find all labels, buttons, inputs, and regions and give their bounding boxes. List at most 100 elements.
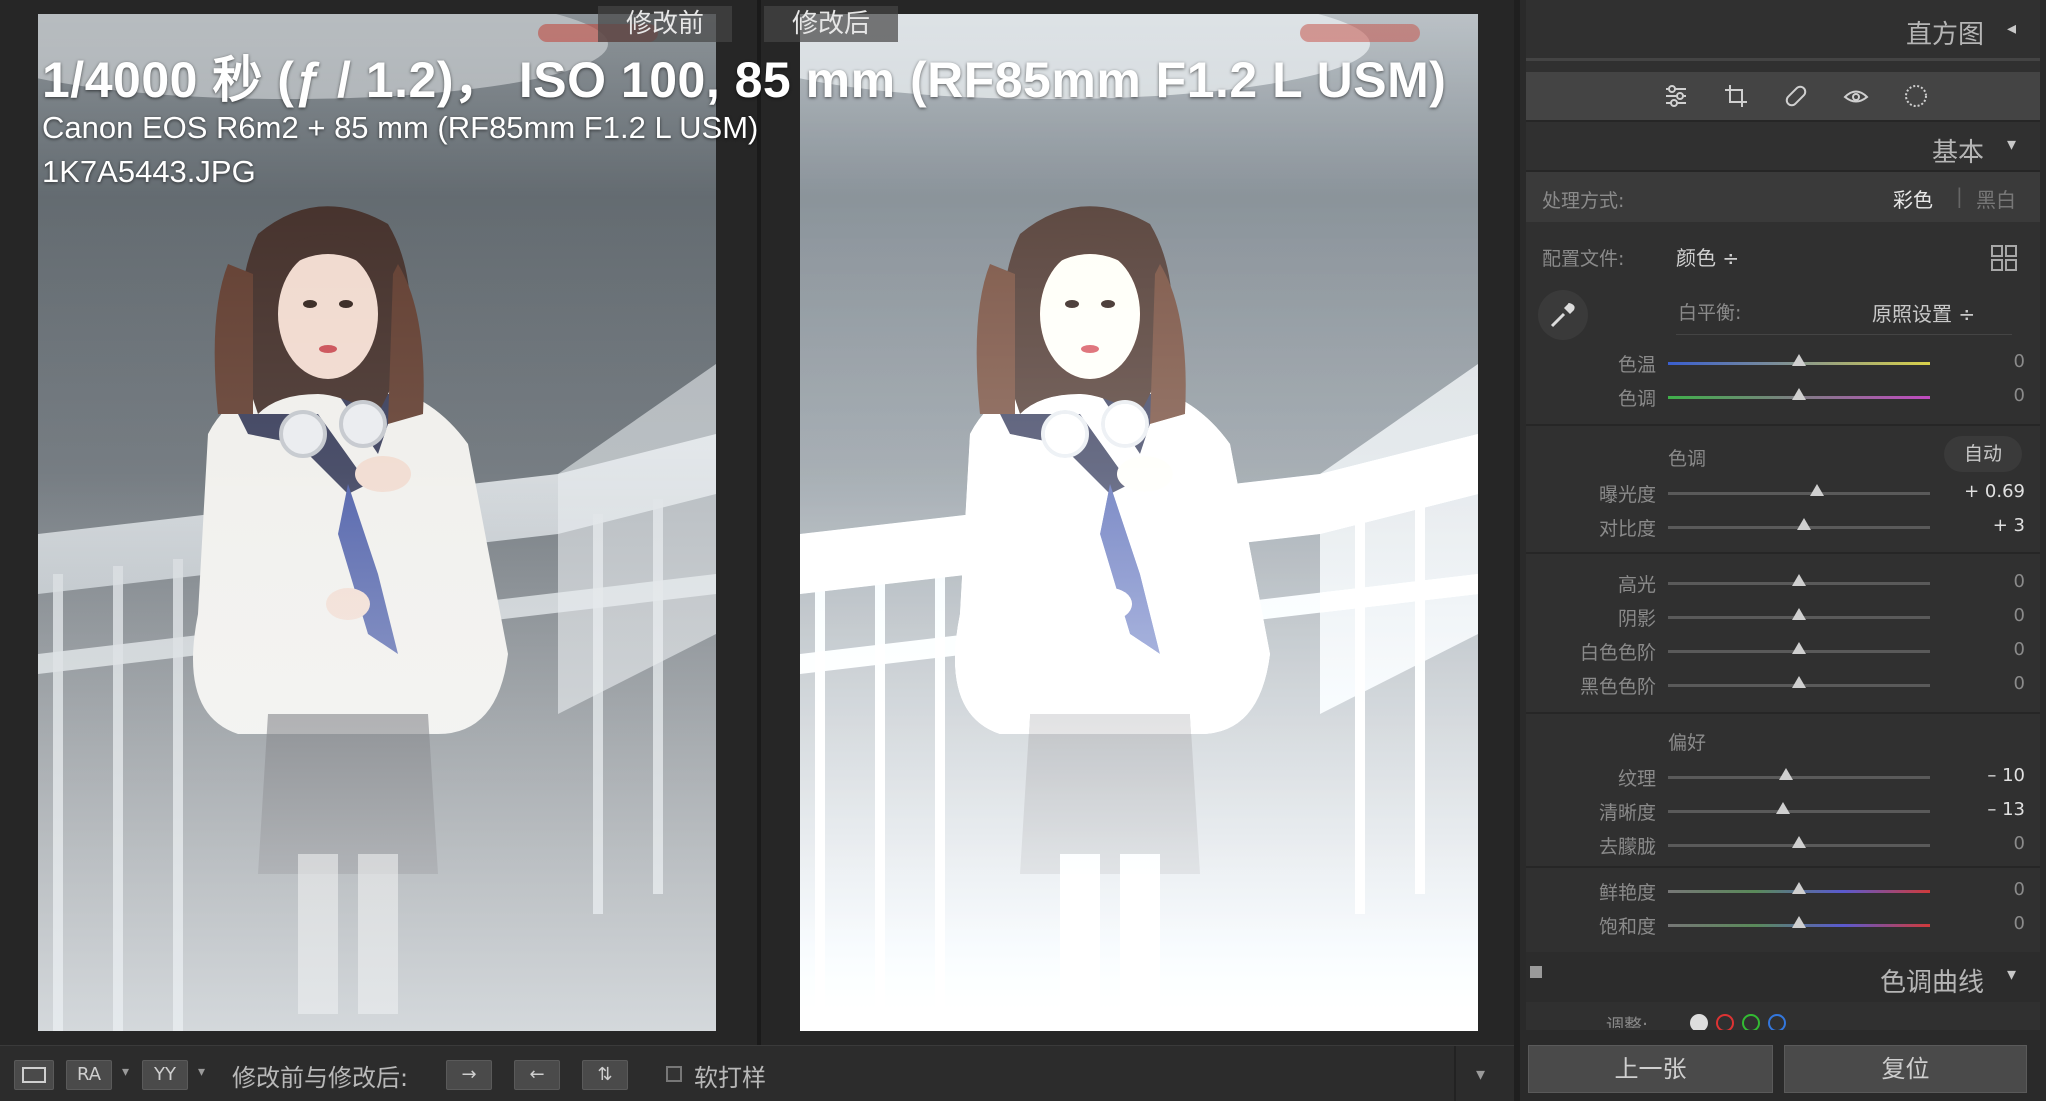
wb-label: 白平衡: xyxy=(1678,302,1742,324)
contrast-label: 对比度 xyxy=(1598,518,1656,540)
photo-image xyxy=(800,14,1478,1031)
texture-slider[interactable] xyxy=(1668,776,1930,779)
swap-icon: ⇅ xyxy=(597,1064,613,1085)
texture-label: 纹理 xyxy=(1617,768,1656,790)
saturation-slider-thumb[interactable] xyxy=(1792,916,1806,928)
file-name: 1K7A5443.JPG xyxy=(42,154,256,189)
exif-exposure-info: 1/4000 秒 (ƒ / 1.2)， ISO 100, 85 mm (RF85… xyxy=(42,52,1447,108)
after-label: 修改后 xyxy=(764,6,899,42)
expand-down-icon[interactable]: ▾ xyxy=(2007,134,2016,155)
before-label: 修改前 xyxy=(598,6,733,42)
after-photo[interactable] xyxy=(800,14,1478,1031)
contrast-slider-thumb[interactable] xyxy=(1797,518,1812,530)
contrast-value[interactable]: + 3 xyxy=(1955,515,2025,536)
previous-button[interactable]: 上一张 xyxy=(1528,1045,1773,1093)
view-divider xyxy=(757,0,761,1045)
chevron-down-icon[interactable]: ▾ xyxy=(198,1064,205,1080)
vibrance-label: 鲜艳度 xyxy=(1598,882,1656,904)
blacks-slider-thumb[interactable] xyxy=(1792,676,1806,688)
temp-slider-thumb[interactable] xyxy=(1792,354,1806,366)
photo-view-area: 修改前 修改后 1/4000 秒 (ƒ / 1.2)， ISO 100, 85 … xyxy=(0,0,1514,1045)
tint-label: 色调 xyxy=(1617,388,1656,410)
basic-adjust-icon[interactable] xyxy=(1662,82,1690,110)
highlights-value[interactable]: 0 xyxy=(1955,571,2025,592)
curve-adjust-label: 调整: xyxy=(1606,1016,1649,1028)
texture-slider-thumb[interactable] xyxy=(1778,768,1793,780)
dehaze-label: 去朦胧 xyxy=(1598,836,1656,858)
arrow-right-icon: → xyxy=(461,1064,477,1085)
mask-icon[interactable] xyxy=(1902,82,1930,110)
highlights-label: 高光 xyxy=(1617,574,1656,596)
whites-label: 白色色阶 xyxy=(1579,642,1656,664)
collapse-left-icon[interactable]: ◂ xyxy=(2007,18,2016,39)
vibrance-value[interactable]: 0 xyxy=(1955,879,2025,900)
reset-button[interactable]: 复位 xyxy=(1784,1045,2027,1093)
loupe-view-icon xyxy=(22,1067,46,1083)
copy-before-to-after-button[interactable]: → xyxy=(446,1060,492,1090)
bottom-toolbar: RA ▾ YY ▾ 修改前与修改后: → ← ⇅ 软打样 ▾ xyxy=(0,1045,1514,1101)
separator xyxy=(1526,120,2040,122)
softproof-label: 软打样 xyxy=(694,1064,766,1092)
clarity-value[interactable]: – 13 xyxy=(1955,799,2025,820)
histogram-title[interactable]: 直方图 xyxy=(1906,14,1984,51)
dehaze-slider-thumb[interactable] xyxy=(1792,836,1806,848)
separator xyxy=(1526,866,2040,868)
saturation-value[interactable]: 0 xyxy=(1955,913,2025,934)
treatment-label: 处理方式: xyxy=(1542,190,1625,212)
shadows-slider-thumb[interactable] xyxy=(1792,608,1806,620)
redeye-icon[interactable] xyxy=(1842,82,1870,110)
tone-curve-toggle-icon[interactable] xyxy=(1530,966,1542,978)
temp-value[interactable]: 0 xyxy=(1955,351,2025,372)
clarity-slider[interactable] xyxy=(1668,810,1930,813)
whites-slider-thumb[interactable] xyxy=(1792,642,1806,654)
toolbar-menu-chevron-icon[interactable]: ▾ xyxy=(1476,1064,1485,1085)
wb-select[interactable]: 原照设置 ÷ xyxy=(1872,298,1975,327)
before-after-view-button[interactable]: YY xyxy=(142,1060,188,1090)
wb-eyedropper-button[interactable] xyxy=(1538,290,1588,340)
grid-icon[interactable] xyxy=(1990,244,2018,272)
exposure-value[interactable]: + 0.69 xyxy=(1955,481,2025,502)
chevron-down-icon[interactable]: ▾ xyxy=(122,1064,129,1080)
basic-section-title[interactable]: 基本 xyxy=(1932,132,1984,169)
develop-right-panel: 直方图 ◂ 基本 ▾ 处理方式: 彩色 | 黑白 配置文件: 颜色 ÷ 白平衡:… xyxy=(1520,0,2046,1101)
shadows-label: 阴影 xyxy=(1617,608,1656,630)
profile-select[interactable]: 颜色 ÷ xyxy=(1676,242,1739,271)
copy-after-to-before-button[interactable]: ← xyxy=(514,1060,560,1090)
compare-view-button[interactable]: RA xyxy=(66,1060,112,1090)
before-after-label: 修改前与修改后: xyxy=(232,1064,409,1092)
separator xyxy=(1526,552,2040,554)
vibrance-slider-thumb[interactable] xyxy=(1792,882,1806,894)
exposure-slider-thumb[interactable] xyxy=(1810,484,1825,496)
expand-down-icon[interactable]: ▾ xyxy=(2007,964,2016,985)
eyedropper-icon xyxy=(1550,303,1575,328)
tone-section-title: 色调 xyxy=(1668,448,1707,470)
tone-curve-title[interactable]: 色调曲线 xyxy=(1880,962,1984,999)
whites-value[interactable]: 0 xyxy=(1955,639,2025,660)
tool-strip xyxy=(1526,72,2040,120)
loupe-view-button[interactable] xyxy=(14,1060,54,1090)
clarity-label: 清晰度 xyxy=(1598,802,1656,824)
heal-icon[interactable] xyxy=(1782,82,1810,110)
treatment-bw-option[interactable]: 黑白 xyxy=(1976,184,2016,213)
treatment-color-option[interactable]: 彩色 xyxy=(1893,184,1933,213)
saturation-label: 饱和度 xyxy=(1598,916,1656,938)
softproof-checkbox[interactable] xyxy=(666,1066,682,1082)
highlights-slider-thumb[interactable] xyxy=(1792,574,1806,586)
tint-value[interactable]: 0 xyxy=(1955,385,2025,406)
crop-icon[interactable] xyxy=(1722,82,1750,110)
histogram-bar xyxy=(1526,58,2040,61)
clarity-slider-thumb[interactable] xyxy=(1776,802,1791,814)
blacks-value[interactable]: 0 xyxy=(1955,673,2025,694)
wb-underline xyxy=(1676,334,2012,335)
auto-tone-button[interactable]: 自动 xyxy=(1944,436,2022,472)
dehaze-value[interactable]: 0 xyxy=(1955,833,2025,854)
tint-slider-thumb[interactable] xyxy=(1792,388,1806,400)
exposure-label: 曝光度 xyxy=(1598,484,1656,506)
exif-camera-info: Canon EOS R6m2 + 85 mm (RF85mm F1.2 L US… xyxy=(42,110,759,145)
texture-value[interactable]: – 10 xyxy=(1955,765,2025,786)
swap-before-after-button[interactable]: ⇅ xyxy=(582,1060,628,1090)
exposure-slider[interactable] xyxy=(1668,492,1930,495)
arrow-left-icon: ← xyxy=(529,1064,545,1085)
shadows-value[interactable]: 0 xyxy=(1955,605,2025,626)
treatment-divider: | xyxy=(1956,184,1963,208)
